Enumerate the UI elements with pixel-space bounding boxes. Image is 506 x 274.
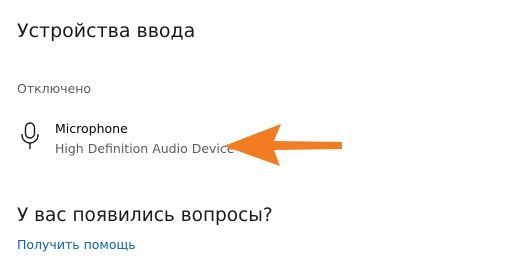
disabled-group-label: Отключено [17, 81, 92, 96]
input-devices-title: Устройства ввода [17, 20, 196, 42]
sound-input-settings-page: Устройства ввода Отключено Microphone Hi… [0, 0, 506, 274]
arrow-left-icon [222, 122, 346, 168]
device-description: High Definition Audio Device [55, 141, 235, 156]
device-item-microphone[interactable]: Microphone High Definition Audio Device [14, 116, 254, 160]
microphone-icon [20, 122, 40, 152]
get-help-link[interactable]: Получить помощь [17, 236, 136, 254]
device-name: Microphone [55, 121, 128, 136]
questions-heading: У вас появились вопросы? [17, 205, 273, 226]
